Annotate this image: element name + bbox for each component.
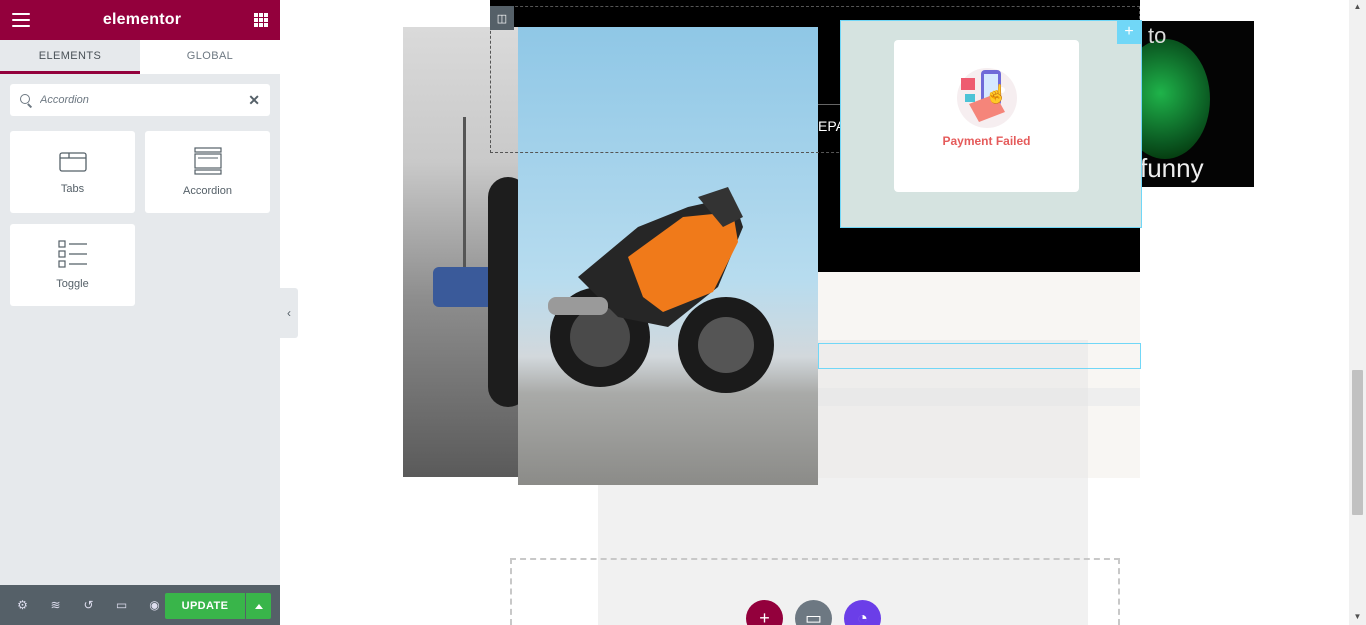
settings-icon[interactable]: ⚙ [6,585,39,625]
widgets-grid-icon[interactable] [254,13,268,27]
editor-panel: elementor ELEMENTS GLOBAL ✕ Tabs Accordi… [0,0,280,625]
element-hover-outline[interactable] [818,343,1141,369]
responsive-icon[interactable]: ▭ [105,585,138,625]
menu-icon[interactable] [12,13,30,27]
collapse-panel-button[interactable]: ‹ [280,288,298,338]
widget-toggle[interactable]: Toggle [10,224,135,306]
scroll-down-icon[interactable]: ▼ [1352,612,1363,622]
update-button[interactable]: UPDATE [165,593,245,619]
search-input[interactable] [40,94,249,106]
image-text-to: to [1148,23,1167,48]
history-icon[interactable]: ↺ [72,585,105,625]
tab-elements[interactable]: ELEMENTS [0,40,140,74]
search-icon [20,94,32,106]
hand-cursor-icon: ☝ [985,84,1008,104]
tab-global[interactable]: GLOBAL [140,40,280,74]
page-scrollbar[interactable] [1349,0,1366,625]
payment-card: Payment Failed [894,40,1079,192]
widget-tabs-label: Tabs [60,183,85,195]
panel-tabs: ELEMENTS GLOBAL [0,40,280,74]
widget-accordion[interactable]: Accordion [145,131,270,213]
column-handle-icon[interactable]: ◫ [490,6,514,30]
panel-footer: ⚙ ≋ ↺ ▭ ◉ UPDATE [0,585,280,625]
green-coin-image: to funny [1140,21,1254,187]
payment-failed-text: Payment Failed [942,134,1031,148]
clear-search-icon[interactable]: ✕ [248,92,260,109]
widget-accordion-label: Accordion [183,185,232,197]
widget-tabs[interactable]: Tabs [10,131,135,213]
scrollbar-thumb[interactable] [1352,370,1363,515]
add-element-icon[interactable]: + [1117,20,1141,44]
scroll-up-icon[interactable]: ▲ [1352,2,1363,12]
widget-toggle-label: Toggle [56,278,89,290]
layers-icon[interactable]: ≋ [39,585,72,625]
elementor-logo: elementor [102,11,182,28]
toggle-icon [57,240,87,268]
image-text-funny: funny [1140,153,1204,183]
tabs-icon [58,152,87,172]
widget-search: ✕ [10,84,270,116]
accordion-icon [193,147,222,175]
panel-header: elementor [0,0,280,40]
update-options-button[interactable] [246,593,271,619]
